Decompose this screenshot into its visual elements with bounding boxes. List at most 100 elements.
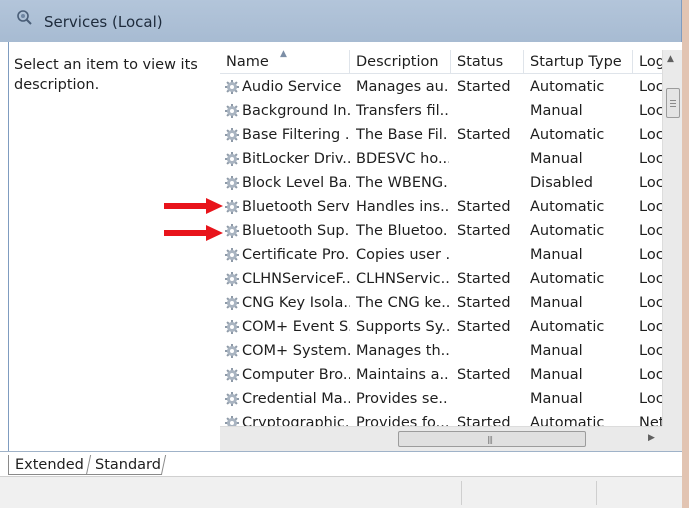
cell-description: Copies user ... [356,247,449,263]
column-header-status-label: Status [457,54,504,70]
service-row[interactable]: BitLocker Driv... BDESVC ho... Manual Loc [220,147,663,171]
gear-icon [225,104,239,118]
status-separator [596,481,597,505]
cell-name: Certificate Pro... [242,247,350,263]
grip-line-icon [670,103,676,104]
cell-log-on-as: Loc [639,367,663,383]
cell-description: Provides se... [356,391,449,407]
cell-description: The Base Fil... [356,127,449,143]
cell-startup-type: Manual [530,391,583,407]
cell-startup-type: Automatic [530,223,605,239]
cell-startup-type: Manual [530,367,583,383]
gear-icon [225,80,239,94]
cell-description: Transfers fil... [356,103,449,119]
scrollbar-corner [662,426,682,451]
service-row[interactable]: Bluetooth Sup... The Bluetoo... Started Aut… [220,219,663,243]
services-list[interactable]: ▲ Name Description Status Startup Type L… [220,50,682,451]
cell-description: Manages au... [356,79,449,95]
pane-splitter[interactable] [210,42,682,50]
cell-description: Supports Sy... [356,319,449,335]
scroll-up-icon[interactable]: ▲ [667,54,674,64]
cell-status: Started [457,127,511,143]
service-row[interactable]: Bluetooth Serv... Handles ins... Started Au… [220,195,663,219]
gear-icon [225,320,239,334]
scroll-right-icon[interactable]: ▶ [648,433,655,443]
service-row[interactable]: COM+ System... Manages th... Manual Loc [220,339,663,363]
cell-startup-type: Manual [530,103,583,119]
status-bar [0,476,682,508]
service-row[interactable]: Block Level Ba... The WBENG... Disabled Loc [220,171,663,195]
cell-startup-type: Disabled [530,175,593,191]
cell-description: The Bluetoo... [356,223,449,239]
tab-standard[interactable]: Standard [85,455,167,475]
cell-log-on-as: Loc [639,319,663,335]
gear-icon [225,272,239,286]
column-header-description[interactable]: Description [350,50,451,74]
cell-status: Started [457,223,511,239]
service-row[interactable]: Certificate Pro... Copies user ... Manual L… [220,243,663,267]
cell-status [457,387,523,411]
cell-status [457,99,523,123]
gear-icon [225,224,239,238]
cell-log-on-as: Loc [639,391,663,407]
vertical-scrollbar[interactable]: ▲ [662,50,682,426]
cell-name: CNG Key Isola... [242,295,350,311]
cell-description: BDESVC ho... [356,151,449,167]
cell-startup-type: Automatic [530,319,605,335]
service-row[interactable]: Credential Ma... Provides se... Manual Loc [220,387,663,411]
pane-title: Services (Local) [44,13,163,31]
service-row[interactable]: Computer Bro... Maintains a... Started Manu… [220,363,663,387]
services-gear-icon [17,10,32,25]
gear-icon [225,296,239,310]
cell-description: Maintains a... [356,367,449,383]
cell-status: Started [457,199,511,215]
gear-icon [225,200,239,214]
service-row[interactable]: Audio Service Manages au... Started Automat… [220,75,663,99]
cell-status: Started [457,271,511,287]
cell-startup-type: Automatic [530,127,605,143]
service-row[interactable]: Background In... Transfers fil... Manual Lo… [220,99,663,123]
gear-icon [225,344,239,358]
cell-log-on-as: Loc [639,79,663,95]
gear-icon [225,176,239,190]
service-row[interactable]: CNG Key Isola... The CNG ke... Started Manu… [220,291,663,315]
cell-log-on-as: Loc [639,175,663,191]
horizontal-scrollbar[interactable]: ||| ▶ [220,426,662,451]
cell-description: The WBENG... [356,175,449,191]
tab-extended[interactable]: Extended [8,455,88,475]
cell-status [457,339,523,363]
cell-status [457,147,523,171]
vertical-scroll-thumb[interactable] [666,88,680,118]
gear-icon [225,152,239,166]
cell-name: Computer Bro... [242,367,350,383]
tab-extended-label: Extended [15,457,84,473]
cell-log-on-as: Loc [639,343,663,359]
background-window-edge [682,0,689,508]
cell-startup-type: Automatic [530,199,605,215]
cell-description: The CNG ke... [356,295,449,311]
cell-status [457,171,523,195]
gear-icon [225,128,239,142]
service-row[interactable]: CLHNServiceF... CLHNServic... Started Autom… [220,267,663,291]
view-tabs: Extended Standard [0,451,682,476]
service-row[interactable]: COM+ Event S... Supports Sy... Started Auto… [220,315,663,339]
cell-name: Base Filtering ... [242,127,350,143]
column-header-startup-type-label: Startup Type [530,54,622,70]
description-prompt: Select an item to view its description. [14,57,198,93]
horizontal-scroll-thumb[interactable]: ||| [398,431,586,447]
cell-startup-type: Manual [530,151,583,167]
cell-log-on-as: Loc [639,103,663,119]
cell-name: COM+ System... [242,343,350,359]
column-header-startup-type[interactable]: Startup Type [524,50,633,74]
cell-log-on-as: Loc [639,223,663,239]
cell-name: COM+ Event S... [242,319,350,335]
cell-name: Block Level Ba... [242,175,350,191]
description-pane: Select an item to view its description. [8,42,210,451]
cell-status [457,243,523,267]
cell-name: Bluetooth Serv... [242,199,350,215]
service-row[interactable]: Base Filtering ... The Base Fil... Started… [220,123,663,147]
column-header-status[interactable]: Status [451,50,524,74]
red-arrow-icon [164,225,223,241]
column-header-name[interactable]: ▲ Name [220,50,350,74]
sort-ascending-icon: ▲ [280,50,287,59]
